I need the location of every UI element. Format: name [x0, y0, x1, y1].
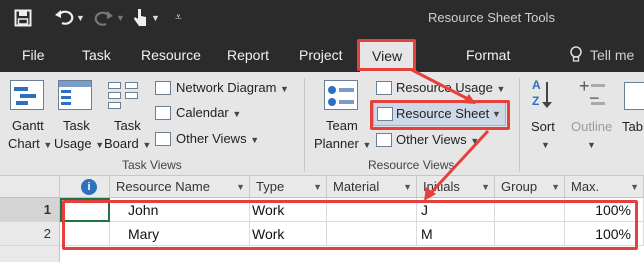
annotation-arrows — [411, 68, 490, 201]
project-window: ▼ ▼ ▼ ⩡ Resource Sheet Tools File Task R… — [0, 0, 644, 262]
arrow-sheet-to-rows — [426, 129, 490, 198]
arrow-view-to-sheet — [411, 68, 471, 102]
